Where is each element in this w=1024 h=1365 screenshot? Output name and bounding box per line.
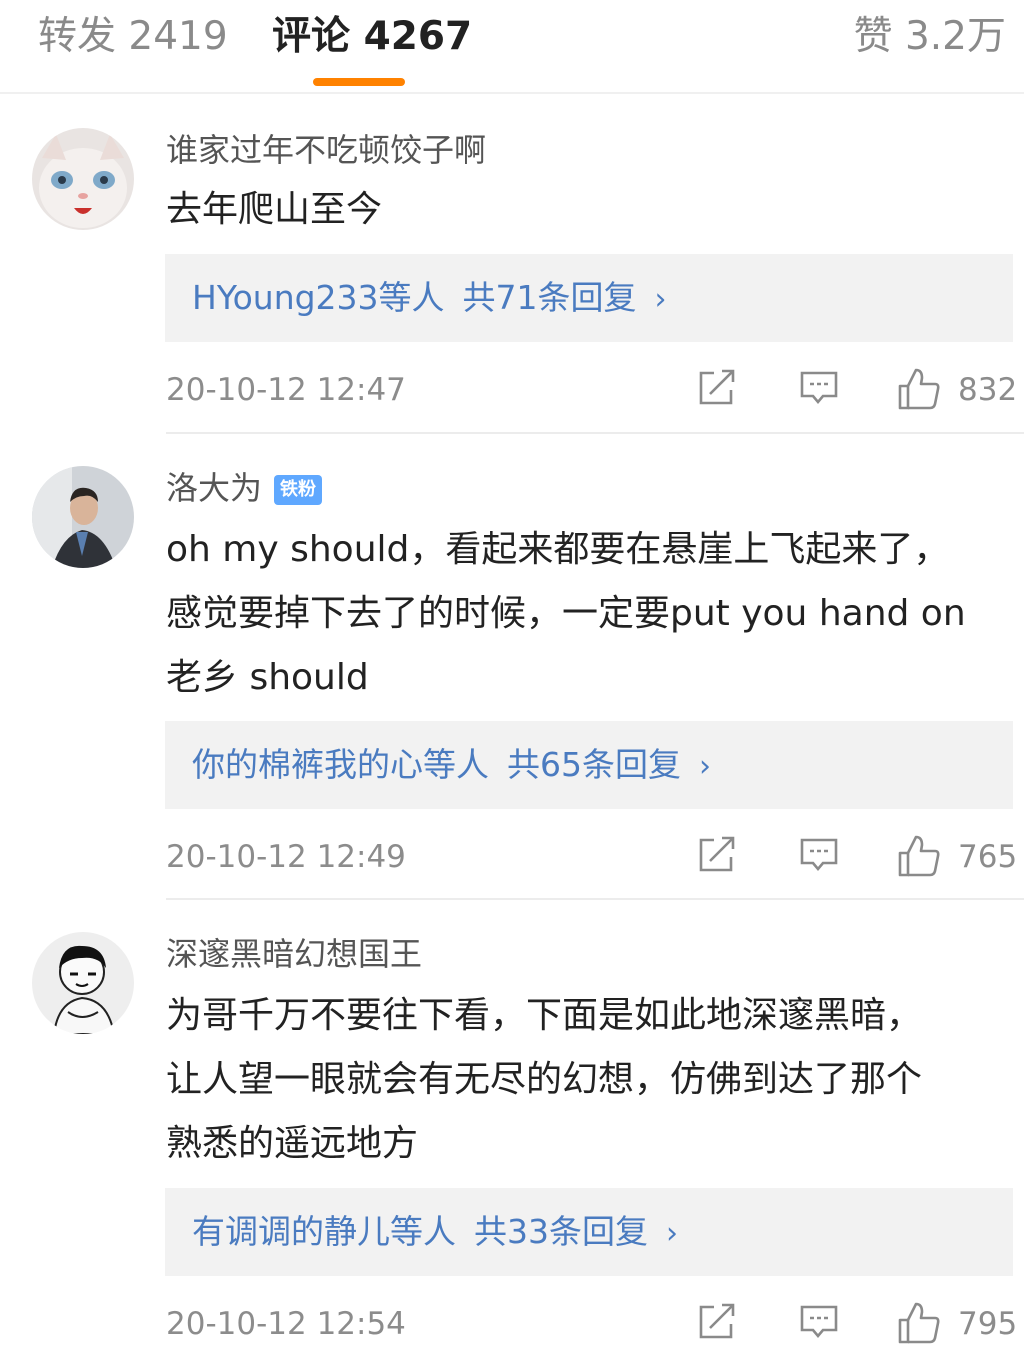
divider xyxy=(166,432,1024,434)
comment-username[interactable]: 深邃黑暗幻想国王 xyxy=(166,934,422,974)
comment-text-line: 感觉要掉下去了的时候，一定要put you hand on xyxy=(166,593,966,634)
chevron-right-icon: › xyxy=(699,749,711,784)
tab-comments[interactable]: 评论 4267 xyxy=(272,14,472,60)
comment-text: oh my should，看起来都要在悬崖上飞起来了， 感觉要掉下去了的时候，一… xyxy=(166,518,1006,710)
like-count: 795 xyxy=(958,1306,1018,1342)
comment-text-line: 去年爬山至今 xyxy=(166,189,383,230)
comment-text: 为哥千万不要往下看，下面是如此地深邃黑暗， 让人望一眼就会有无尽的幻想，仿佛到达… xyxy=(166,984,1006,1176)
avatar[interactable] xyxy=(32,128,134,230)
reply-button[interactable] xyxy=(798,1300,840,1342)
reply-users[interactable]: 你的棉裤我的心 xyxy=(192,745,423,784)
comment-username-text[interactable]: 洛大为 xyxy=(166,469,262,507)
reply-summary[interactable]: 你的棉裤我的心等人 共65条回复 › xyxy=(165,721,1013,809)
cat-avatar-icon xyxy=(32,128,134,230)
reply-count[interactable]: 共33条回复 xyxy=(474,1212,648,1251)
reply-summary[interactable]: 有调调的静儿等人 共33条回复 › xyxy=(165,1188,1013,1276)
thumbs-up-icon xyxy=(898,835,940,877)
comment-text-line: 让人望一眼就会有无尽的幻想，仿佛到达了那个 xyxy=(166,1059,923,1100)
thumbs-up-icon xyxy=(898,368,940,410)
reply-users-suffix: 等人 xyxy=(423,745,489,784)
share-button[interactable] xyxy=(696,366,738,408)
comment-username[interactable]: 谁家过年不吃顿饺子啊 xyxy=(166,130,486,170)
chevron-right-icon: › xyxy=(654,282,667,317)
comment-time: 20-10-12 12:47 xyxy=(166,372,406,408)
reply-count[interactable]: 共71条回复 xyxy=(463,278,637,317)
reply-users[interactable]: HYoung233 xyxy=(192,278,379,317)
avatar[interactable] xyxy=(32,932,134,1034)
like-button[interactable] xyxy=(896,833,942,879)
share-button[interactable] xyxy=(696,1300,738,1342)
chevron-right-icon: › xyxy=(666,1216,678,1251)
comment-icon xyxy=(800,838,838,872)
tab-likes[interactable]: 赞 3.2万 xyxy=(854,14,1006,60)
active-tab-indicator xyxy=(313,78,405,86)
share-icon xyxy=(699,369,735,405)
share-icon xyxy=(699,836,735,872)
like-button[interactable] xyxy=(896,366,942,412)
man-avatar-icon xyxy=(32,466,134,568)
share-button[interactable] xyxy=(696,833,738,875)
reply-count[interactable]: 共65条回复 xyxy=(507,745,681,784)
comment-meta: 20-10-12 12:47 832 xyxy=(0,366,1024,416)
like-button[interactable] xyxy=(896,1300,942,1346)
like-count: 765 xyxy=(958,839,1018,875)
reply-button[interactable] xyxy=(798,833,840,875)
comment-meta: 20-10-12 12:54 795 xyxy=(0,1300,1024,1350)
comment-text-line: 熟悉的遥远地方 xyxy=(166,1123,419,1164)
share-icon xyxy=(699,1303,735,1339)
comment-time: 20-10-12 12:54 xyxy=(166,1306,406,1342)
avatar[interactable] xyxy=(32,466,134,568)
comment-icon xyxy=(800,1305,838,1339)
reply-users-suffix: 等人 xyxy=(390,1212,456,1251)
comment-username[interactable]: 洛大为 铁粉 xyxy=(166,468,323,508)
comment-text: 去年爬山至今 xyxy=(166,178,1006,242)
comment-text-line: 老乡 should xyxy=(166,657,369,698)
like-count: 832 xyxy=(958,372,1018,408)
thumbs-up-icon xyxy=(898,1302,940,1344)
sketch-avatar-icon xyxy=(32,932,134,1034)
fan-badge: 铁粉 xyxy=(274,475,323,505)
comment-text-line: oh my should，看起来都要在悬崖上飞起来了， xyxy=(166,529,950,570)
tab-repost[interactable]: 转发 2419 xyxy=(38,14,228,60)
reply-users[interactable]: 有调调的静儿 xyxy=(192,1212,390,1251)
comment-icon xyxy=(800,371,838,405)
divider xyxy=(166,898,1024,900)
comment-text-line: 为哥千万不要往下看，下面是如此地深邃黑暗， xyxy=(166,995,923,1036)
reply-users-suffix: 等人 xyxy=(378,278,445,317)
tab-bar: 转发 2419 评论 4267 赞 3.2万 xyxy=(0,0,1024,94)
comment-time: 20-10-12 12:49 xyxy=(166,839,406,875)
reply-summary[interactable]: HYoung233等人 共71条回复 › xyxy=(165,254,1013,342)
comment-meta: 20-10-12 12:49 765 xyxy=(0,833,1024,883)
reply-button[interactable] xyxy=(798,366,840,408)
